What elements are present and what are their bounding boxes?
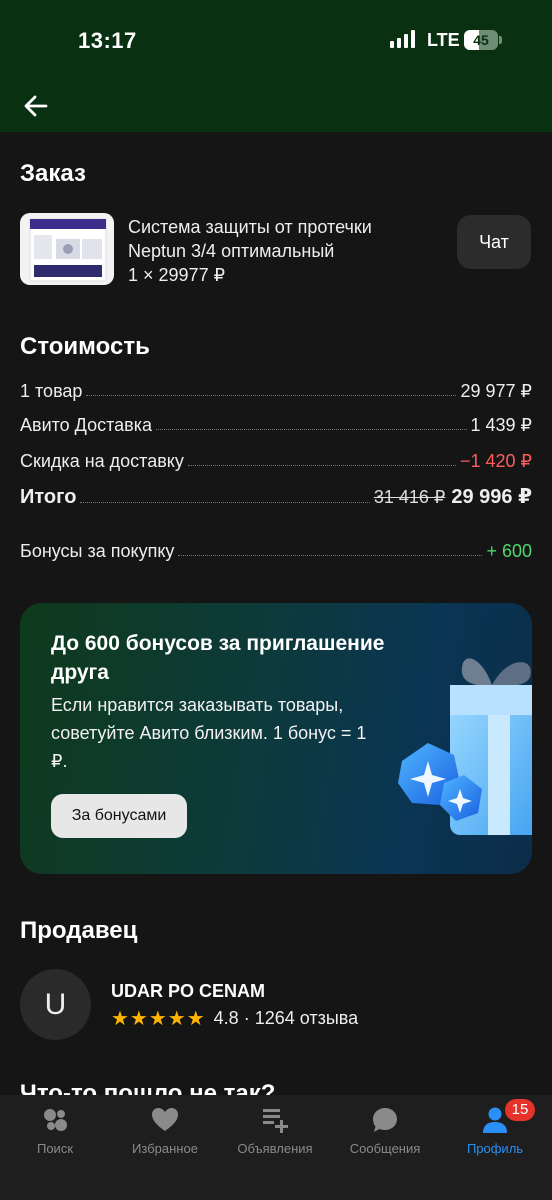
chat-button[interactable]: Чат — [457, 215, 531, 269]
profile-notification-badge: 15 — [505, 1099, 535, 1121]
order-product[interactable]: Система защиты от протечки Neptun 3/4 оп… — [20, 213, 532, 285]
cost-row-label: Скидка на доставку — [20, 451, 184, 471]
rating-value: 4.8 — [213, 1008, 239, 1028]
tab-label: Сообщения — [349, 1141, 421, 1156]
chat-bubble-icon — [373, 1108, 397, 1132]
bottom-tab-bar: Поиск Избранное Объявления Сообщения Про… — [0, 1095, 552, 1200]
tab-label: Профиль — [466, 1141, 524, 1156]
cost-row-label: 1 товар — [20, 381, 83, 401]
avatar[interactable]: U — [20, 969, 91, 1040]
product-name[interactable]: Система защиты от протечки Neptun 3/4 оп… — [128, 215, 428, 263]
total-label: Итого — [20, 486, 77, 508]
cost-title: Стоимость — [20, 333, 150, 360]
gift-box-icon — [398, 658, 532, 835]
seller-rating[interactable]: ★★★★★ 4.8 · 1264 отзыва — [111, 1006, 358, 1031]
bonus-value: + 600 — [486, 541, 532, 561]
cost-row-value: 1 439 ₽ — [470, 415, 533, 435]
battery-icon: 45 — [464, 30, 502, 50]
product-qty-price: 1 × 29977 ₽ — [128, 265, 226, 285]
cost-row-value: 29 977 ₽ — [460, 381, 532, 401]
total-old-value: 31 416 ₽ — [373, 487, 446, 507]
network-type: LTE — [427, 30, 460, 50]
seller-title: Продавец — [20, 917, 138, 944]
total-value: 29 996 ₽ — [451, 486, 532, 508]
cost-row-delivery: Авито Доставка 1 439 ₽ — [20, 410, 532, 436]
tab-messages[interactable]: Сообщения — [330, 1105, 440, 1165]
status-time: 13:17 — [78, 28, 137, 53]
signal-icon — [390, 30, 415, 48]
tab-listings[interactable]: Объявления — [220, 1105, 330, 1165]
cost-total-row: Итого 31 416 ₽29 996 ₽ — [20, 483, 532, 509]
referral-promo-banner[interactable]: До 600 бонусов за приглашение друга Если… — [20, 603, 532, 874]
discount-value: −1 420 ₽ — [459, 451, 532, 471]
product-thumbnail[interactable] — [20, 213, 114, 285]
promo-title: До 600 бонусов за приглашение друга — [51, 632, 385, 684]
tab-label: Объявления — [237, 1141, 313, 1156]
listings-add-icon — [263, 1109, 288, 1133]
seller-name[interactable]: UDAR PO CENAM — [111, 981, 265, 1002]
cost-row-items: 1 товар 29 977 ₽ — [20, 376, 532, 402]
top-bar: 13:17 LTE 45 — [0, 0, 552, 132]
cost-row-label: Авито Доставка — [20, 415, 152, 435]
tab-label: Избранное — [132, 1141, 198, 1156]
order-title: Заказ — [20, 160, 86, 187]
search-dots-icon — [44, 1109, 67, 1131]
heart-icon — [152, 1108, 178, 1131]
status-bar: 13:17 LTE 45 — [0, 0, 552, 80]
bonus-row: Бонусы за покупку + 600 — [20, 536, 532, 562]
rating-stars: ★★★★★ — [111, 1008, 206, 1030]
bonus-label: Бонусы за покупку — [20, 541, 175, 561]
product-info[interactable]: Система защиты от протечки Neptun 3/4 оп… — [128, 215, 428, 287]
tab-label: Поиск — [36, 1141, 74, 1156]
tab-search[interactable]: Поиск — [0, 1105, 110, 1165]
promo-text: Если нравится заказывать товары, советуй… — [51, 695, 367, 771]
cost-row-discount: Скидка на доставку −1 420 ₽ — [20, 446, 532, 472]
tab-favorites[interactable]: Избранное — [110, 1105, 220, 1165]
arrow-left-icon[interactable] — [20, 90, 52, 122]
review-count: · 1264 отзыва — [243, 1008, 359, 1028]
bonus-button[interactable]: За бонусами — [51, 794, 187, 838]
battery-level: 45 — [473, 32, 489, 48]
